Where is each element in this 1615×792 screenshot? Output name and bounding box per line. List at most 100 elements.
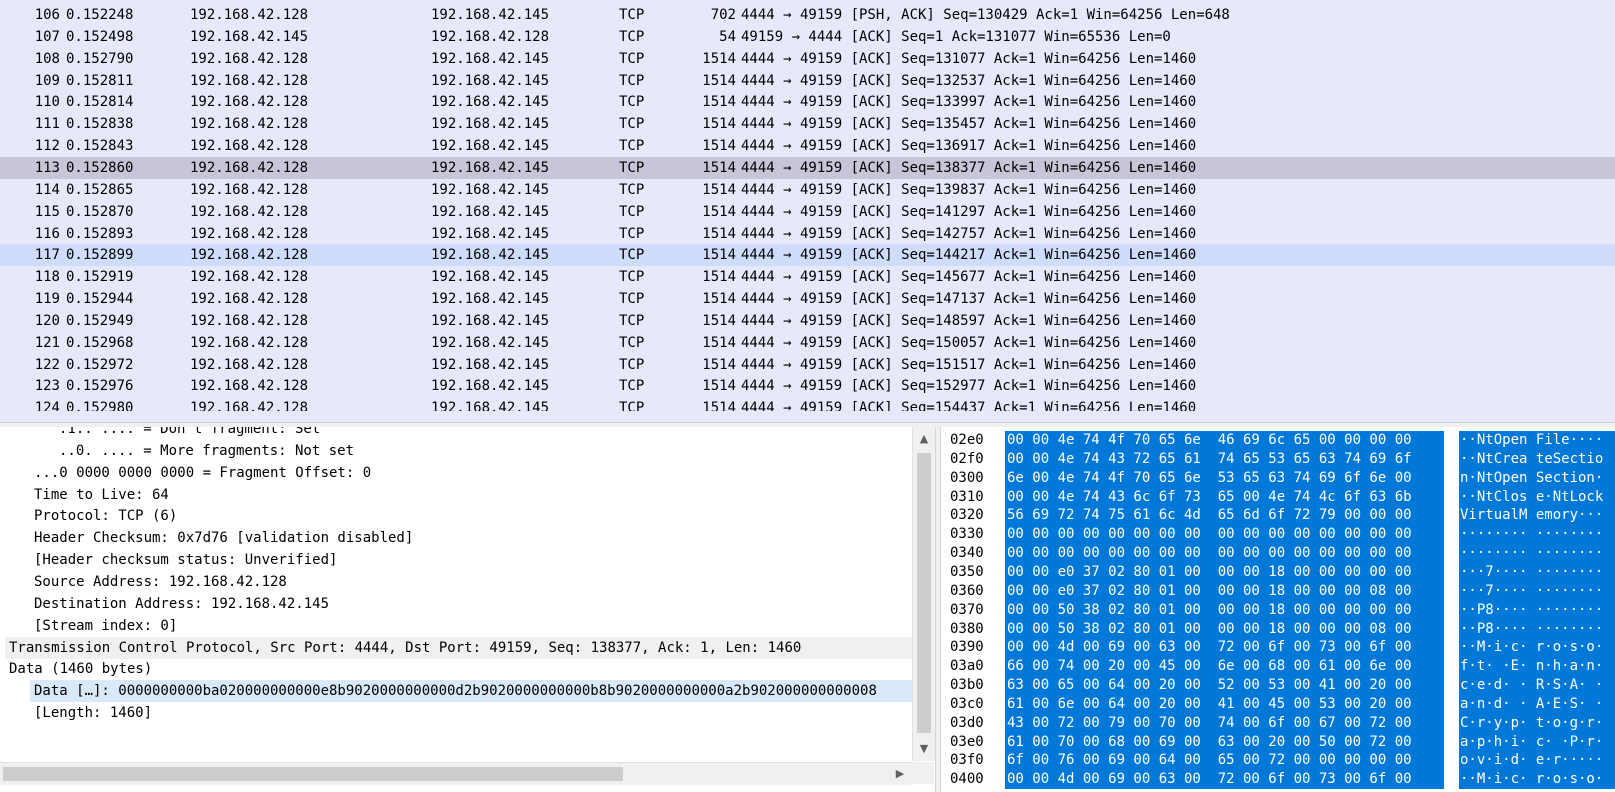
byte-hex-row[interactable]: 61 00 70 00 68 00 69 00 63 00 20 00 50 0…: [1007, 733, 1412, 752]
packet-details-pane[interactable]: .1.. .... = Don't fragment: Set ..0. ....…: [0, 427, 935, 792]
packet-row[interactable]: 109 0.152811 192.168.42.128 192.168.42.145 T…: [0, 70, 1615, 92]
packet-row[interactable]: 106 0.152248 192.168.42.128 192.168.42.145 T…: [0, 4, 1615, 26]
byte-ascii-row[interactable]: ········ ········: [1460, 544, 1603, 563]
byte-ascii-row[interactable]: ··P8···· ········: [1460, 620, 1603, 639]
packet-proto-cell: TCP: [619, 28, 645, 45]
packet-row[interactable]: 112 0.152843 192.168.42.128 192.168.42.145 T…: [0, 135, 1615, 157]
detail-tree-item[interactable]: Time to Live: 64: [34, 484, 169, 506]
byte-hex-row[interactable]: 6f 00 76 00 69 00 64 00 65 00 72 00 00 0…: [1007, 751, 1412, 770]
packet-no-cell: 120: [34, 312, 60, 329]
byte-ascii-row[interactable]: VirtualM emory···: [1460, 506, 1603, 525]
byte-hex-row[interactable]: 6e 00 4e 74 4f 70 65 6e 53 65 63 74 69 6…: [1007, 469, 1412, 488]
byte-ascii-row[interactable]: c·e·d· · R·S·A· ·: [1460, 676, 1603, 695]
byte-ascii-row[interactable]: ··NtOpen File····: [1460, 431, 1603, 450]
detail-tree-item[interactable]: Data […]: 0000000000ba020000000000e8b902…: [30, 680, 912, 703]
byte-hex-row[interactable]: 43 00 72 00 79 00 70 00 74 00 6f 00 67 0…: [1007, 714, 1412, 733]
packet-len-cell: 1514: [702, 159, 736, 176]
packet-row[interactable]: 120 0.152949 192.168.42.128 192.168.42.145 T…: [0, 310, 1615, 332]
byte-ascii-row[interactable]: a·p·h·i· c· ·P·r·: [1460, 733, 1603, 752]
byte-hex-row[interactable]: 00 00 4d 00 69 00 63 00 72 00 6f 00 73 0…: [1007, 638, 1412, 657]
detail-tree-item[interactable]: Data (1460 bytes): [9, 658, 152, 680]
packet-no-cell: 110: [34, 94, 60, 111]
byte-hex-row[interactable]: 56 69 72 74 75 61 6c 4d 65 6d 6f 72 79 0…: [1007, 506, 1412, 525]
detail-tree-item[interactable]: Transmission Control Protocol, Src Port:…: [5, 636, 912, 659]
byte-hex-row[interactable]: 00 00 4d 00 69 00 63 00 72 00 6f 00 73 0…: [1007, 770, 1412, 789]
packet-info-cell: 4444 → 49159 [ACK] Seq=150057 Ack=1 Win=…: [741, 334, 1197, 351]
packet-row[interactable]: 119 0.152944 192.168.42.128 192.168.42.145 T…: [0, 288, 1615, 310]
packet-dst-cell: 192.168.42.145: [431, 378, 550, 395]
packet-row[interactable]: 117 0.152899 192.168.42.128 192.168.42.145 T…: [0, 244, 1615, 267]
byte-hex-row[interactable]: 00 00 4e 74 43 72 65 61 74 65 53 65 63 7…: [1007, 450, 1412, 469]
packet-time-cell: 0.152976: [66, 378, 134, 395]
detail-tree-item[interactable]: Protocol: TCP (6): [34, 505, 177, 527]
byte-offset: 0360: [950, 582, 984, 599]
packet-row[interactable]: 121 0.152968 192.168.42.128 192.168.42.145 T…: [0, 332, 1615, 354]
packet-row[interactable]: 118 0.152919 192.168.42.128 192.168.42.145 T…: [0, 266, 1615, 288]
packet-row[interactable]: 113 0.152860 192.168.42.128 192.168.42.145 T…: [0, 156, 1615, 179]
byte-ascii-row[interactable]: ···7···· ········: [1460, 563, 1603, 582]
byte-ascii-row[interactable]: ········ ········: [1460, 525, 1603, 544]
byte-ascii-row[interactable]: ··NtClos e·NtLock: [1460, 488, 1603, 507]
scroll-up-icon[interactable]: ▲: [916, 429, 932, 449]
byte-hex-row[interactable]: 00 00 e0 37 02 80 01 00 00 00 18 00 00 0…: [1007, 563, 1412, 582]
byte-hex-row[interactable]: 63 00 65 00 64 00 20 00 52 00 53 00 41 0…: [1007, 676, 1412, 695]
byte-ascii-row[interactable]: ···7···· ········: [1460, 582, 1603, 601]
scroll-right-icon[interactable]: ▶: [892, 764, 908, 784]
packet-time-cell: 0.152860: [66, 159, 134, 176]
byte-hex-row[interactable]: 00 00 4e 74 43 6c 6f 73 65 00 4e 74 4c 6…: [1007, 488, 1412, 507]
byte-ascii-row[interactable]: ··P8···· ········: [1460, 601, 1603, 620]
packet-time-cell: 0.152949: [66, 312, 134, 329]
byte-ascii-row[interactable]: ··M·i·c· r·o·s·o·: [1460, 638, 1603, 657]
byte-ascii-row[interactable]: ··M·i·c· r·o·s·o·: [1460, 770, 1603, 789]
detail-tree-item[interactable]: .1.. .... = Don't fragment: Set: [59, 427, 320, 440]
byte-hex-row[interactable]: 00 00 00 00 00 00 00 00 00 00 00 00 00 0…: [1007, 544, 1412, 563]
detail-tree-item[interactable]: ..0. .... = More fragments: Not set: [59, 440, 354, 462]
byte-ascii-row[interactable]: f·t· ·E· n·h·a·n·: [1460, 657, 1603, 676]
packet-info-cell: 49159 → 4444 [ACK] Seq=1 Ack=131077 Win=…: [741, 28, 1171, 45]
packet-row[interactable]: 108 0.152790 192.168.42.128 192.168.42.145 T…: [0, 48, 1615, 70]
scroll-down-icon[interactable]: ▼: [916, 739, 932, 759]
byte-hex-row[interactable]: 00 00 50 38 02 80 01 00 00 00 18 00 00 0…: [1007, 601, 1412, 620]
packet-row[interactable]: 115 0.152870 192.168.42.128 192.168.42.145 T…: [0, 201, 1615, 223]
packet-no-cell: 123: [34, 378, 60, 395]
detail-tree-item[interactable]: [Stream index: 0]: [34, 615, 177, 637]
packet-row[interactable]: 111 0.152838 192.168.42.128 192.168.42.145 T…: [0, 113, 1615, 135]
byte-ascii-row[interactable]: n·NtOpen Section·: [1460, 469, 1603, 488]
byte-hex-row[interactable]: 00 00 00 00 00 00 00 00 00 00 00 00 00 0…: [1007, 525, 1412, 544]
packet-no-cell: 117: [34, 247, 60, 264]
packet-no-cell: 109: [34, 72, 60, 89]
packet-row[interactable]: 122 0.152972 192.168.42.128 192.168.42.145 T…: [0, 354, 1615, 376]
detail-tree-item[interactable]: Destination Address: 192.168.42.145: [34, 593, 329, 615]
packet-dst-cell: 192.168.42.145: [431, 7, 550, 23]
detail-tree-item[interactable]: Source Address: 192.168.42.128: [34, 571, 287, 593]
details-vertical-scroll-thumb[interactable]: [917, 453, 931, 733]
packet-list[interactable]: 106 0.152248 192.168.42.128 192.168.42.145 T…: [0, 0, 1615, 422]
packet-row[interactable]: 123 0.152976 192.168.42.128 192.168.42.145 T…: [0, 375, 1615, 397]
byte-hex-row[interactable]: 00 00 4e 74 4f 70 65 6e 46 69 6c 65 00 0…: [1007, 431, 1412, 450]
packet-row[interactable]: 124 0.152980 192.168.42.128 192.168.42.145 T…: [0, 397, 1615, 411]
details-horizontal-scrollbar[interactable]: ▶: [0, 762, 912, 785]
byte-ascii-row[interactable]: C·r·y·p· t·o·g·r·: [1460, 714, 1603, 733]
packet-dst-cell: 192.168.42.145: [431, 159, 550, 176]
detail-tree-item[interactable]: [Header checksum status: Unverified]: [34, 549, 337, 571]
byte-hex-row[interactable]: 66 00 74 00 20 00 45 00 6e 00 68 00 61 0…: [1007, 657, 1412, 676]
byte-hex-row[interactable]: 00 00 50 38 02 80 01 00 00 00 18 00 00 0…: [1007, 620, 1412, 639]
packet-row[interactable]: 107 0.152498 192.168.42.145 192.168.42.128 T…: [0, 26, 1615, 48]
details-vertical-scrollbar[interactable]: ▲ ▼: [912, 427, 935, 761]
byte-ascii-row[interactable]: ··NtCrea teSectio: [1460, 450, 1603, 469]
detail-tree-item[interactable]: Header Checksum: 0x7d76 [validation disa…: [34, 527, 413, 549]
packet-row[interactable]: 116 0.152893 192.168.42.128 192.168.42.145 T…: [0, 223, 1615, 245]
byte-offset: 0370: [950, 601, 984, 618]
byte-hex-row[interactable]: 61 00 6e 00 64 00 20 00 41 00 45 00 53 0…: [1007, 695, 1412, 714]
packet-proto-cell: TCP: [619, 269, 645, 286]
byte-offset: 02f0: [950, 450, 984, 467]
packet-bytes-pane[interactable]: 02e0 00 00 4e 74 4f 70 65 6e 46 69 6c 65 …: [941, 427, 1615, 792]
byte-ascii-row[interactable]: a·n·d· · A·E·S· ·: [1460, 695, 1603, 714]
byte-ascii-row[interactable]: o·v·i·d· e·r·····: [1460, 751, 1603, 770]
details-horizontal-scroll-thumb[interactable]: [3, 767, 623, 781]
packet-row[interactable]: 110 0.152814 192.168.42.128 192.168.42.145 T…: [0, 91, 1615, 113]
packet-row[interactable]: 114 0.152865 192.168.42.128 192.168.42.145 T…: [0, 179, 1615, 201]
byte-hex-row[interactable]: 00 00 e0 37 02 80 01 00 00 00 18 00 00 0…: [1007, 582, 1412, 601]
detail-tree-item[interactable]: ...0 0000 0000 0000 = Fragment Offset: 0: [34, 462, 371, 484]
detail-tree-item[interactable]: [Length: 1460]: [34, 702, 152, 724]
